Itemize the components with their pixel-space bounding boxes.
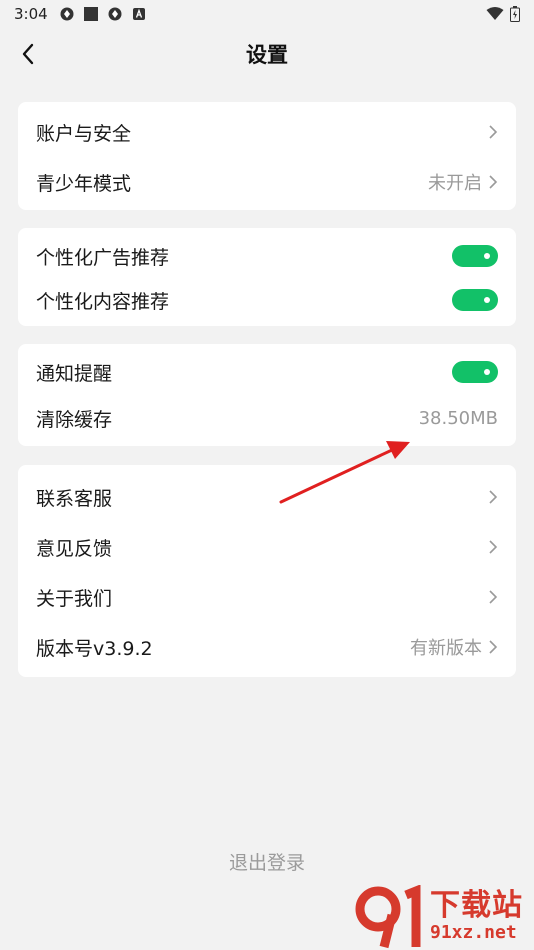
version-row[interactable]: 版本号v3.9.2 有新版本 (18, 627, 516, 667)
logout-button[interactable]: 退出登录 (0, 848, 534, 875)
watermark-logo: 下载站 91xz.net (354, 884, 534, 950)
cache-size: 38.50MB (418, 407, 498, 429)
header: 设置 (0, 28, 534, 80)
back-button[interactable] (14, 40, 42, 68)
chevron-right-icon (489, 175, 498, 189)
personalized-ads-row: 个性化广告推荐 (18, 236, 516, 276)
row-label: 青少年模式 (36, 172, 132, 195)
status-notification-icons (60, 7, 146, 21)
page-title: 设置 (246, 43, 288, 67)
status-system-icons (486, 6, 520, 22)
about-us-row[interactable]: 关于我们 (18, 577, 516, 617)
wifi-icon (486, 7, 504, 20)
row-label: 清除缓存 (36, 408, 113, 431)
toggle-knob (484, 297, 490, 303)
personalized-content-row: 个性化内容推荐 (18, 280, 516, 320)
row-label: 通知提醒 (36, 362, 113, 385)
status-time: 3:04 (14, 5, 48, 23)
chevron-right-icon (489, 640, 498, 654)
personalized-ads-toggle[interactable] (452, 245, 498, 267)
chevron-right-icon (489, 125, 498, 139)
chevron-right-icon (489, 540, 498, 554)
toggle-knob (484, 253, 490, 259)
watermark-url: 91xz.net (430, 922, 517, 943)
chevron-right-icon (489, 490, 498, 504)
teen-mode-status: 未开启 (428, 173, 482, 194)
toggle-knob (484, 369, 490, 375)
row-label: 关于我们 (36, 587, 113, 610)
notification-row: 通知提醒 (18, 352, 516, 392)
row-label: 版本号v3.9.2 (36, 637, 153, 660)
contact-service-row[interactable]: 联系客服 (18, 477, 516, 517)
settings-group-about: 联系客服 意见反馈 关于我们 版本号v3.9.2 有新版本 (18, 465, 516, 677)
new-version-hint: 有新版本 (410, 638, 482, 659)
settings-group-notification: 通知提醒 清除缓存 38.50MB (18, 344, 516, 446)
status-bar: 3:04 (0, 0, 534, 28)
settings-group-account: 账户与安全 青少年模式 未开启 (18, 102, 516, 210)
watermark-91-icon (355, 885, 421, 949)
row-label: 意见反馈 (36, 537, 113, 560)
battery-charging-icon (510, 6, 520, 22)
row-label: 个性化广告推荐 (36, 246, 170, 269)
chevron-left-icon (22, 43, 34, 65)
square-notification-icon (83, 7, 98, 21)
settings-group-personalization: 个性化广告推荐 个性化内容推荐 (18, 228, 516, 326)
app-notification-icon (60, 7, 74, 21)
watermark-text: 下载站 (430, 888, 523, 923)
chevron-right-icon (489, 590, 498, 604)
row-label: 联系客服 (36, 487, 113, 510)
teen-mode-row[interactable]: 青少年模式 未开启 (18, 162, 516, 202)
row-label: 个性化内容推荐 (36, 290, 170, 313)
keyboard-a-icon (132, 8, 145, 20)
notification-toggle[interactable] (452, 361, 498, 383)
clear-cache-row[interactable]: 清除缓存 38.50MB (18, 398, 516, 438)
account-security-row[interactable]: 账户与安全 (18, 112, 516, 152)
feedback-row[interactable]: 意见反馈 (18, 527, 516, 567)
personalized-content-toggle[interactable] (452, 289, 498, 311)
app-notification-icon (108, 7, 122, 21)
row-label: 账户与安全 (36, 122, 132, 145)
